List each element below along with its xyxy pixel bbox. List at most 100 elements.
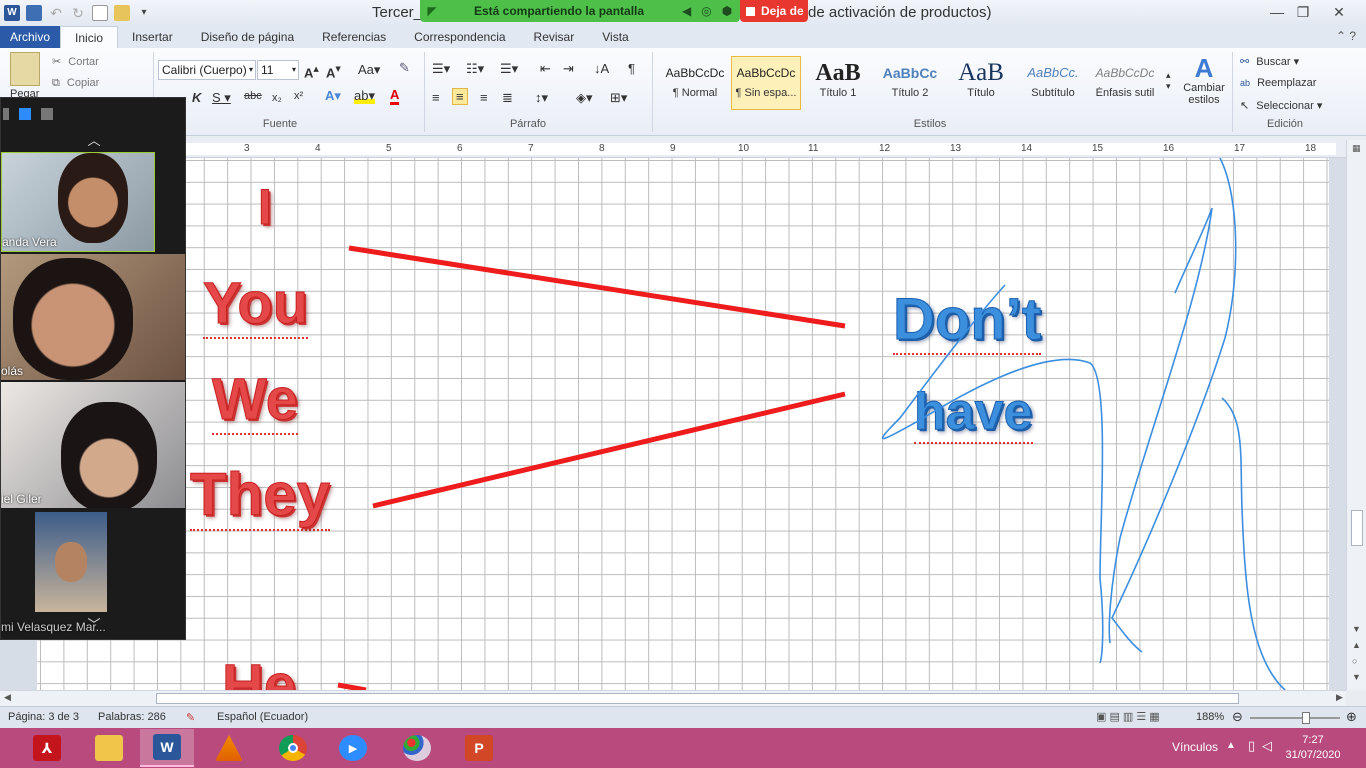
help-icon[interactable]: ⌃ ?	[1336, 29, 1356, 43]
italic-icon[interactable]: K	[192, 90, 201, 105]
restore-icon[interactable]: ❐	[1290, 2, 1316, 22]
acrobat-icon[interactable]: ⅄	[20, 729, 74, 767]
style-normal[interactable]: AaBbCcDc ¶ Normal	[660, 56, 730, 110]
strikethrough-icon[interactable]: abc	[244, 90, 262, 102]
proofing-icon[interactable]: ✎	[186, 711, 195, 724]
clear-format-icon[interactable]: ✎	[399, 60, 410, 76]
font-name-combo[interactable]: Calibri (Cuerpo) ▾	[158, 60, 256, 80]
volume-icon[interactable]: ◁	[1262, 738, 1272, 754]
word-count[interactable]: Palabras: 286	[98, 711, 166, 723]
change-case-icon[interactable]: Aa▾	[358, 62, 380, 78]
vertical-scrollbar[interactable]: ▦ ▼ ▲ ○ ▼	[1346, 140, 1366, 690]
tab-revisar[interactable]: Revisar	[520, 26, 589, 48]
tray-links-label[interactable]: Vínculos	[1172, 740, 1218, 754]
style-heading-1[interactable]: AaB Título 1	[803, 56, 873, 110]
minimize-icon[interactable]: —	[1264, 2, 1290, 22]
view-buttons[interactable]: ▣ ▤ ▥ ☰ ▦	[1096, 710, 1160, 723]
text-effects-icon[interactable]: A▾	[325, 88, 341, 104]
file-explorer-icon[interactable]	[82, 729, 136, 767]
scroll-down-icon[interactable]: ▼	[1352, 624, 1361, 634]
subscript-icon[interactable]: x₂	[272, 92, 282, 104]
zoom-level[interactable]: 188%	[1196, 711, 1224, 723]
numbering-icon[interactable]: ☷▾	[466, 61, 484, 77]
tab-insertar[interactable]: Insertar	[118, 26, 187, 48]
tab-archivo[interactable]: Archivo	[0, 26, 61, 48]
tab-diseno-pagina[interactable]: Diseño de página	[187, 26, 308, 48]
font-size-combo[interactable]: 11 ▾	[257, 60, 299, 80]
paint-icon[interactable]	[390, 729, 444, 767]
ruler-toggle-icon[interactable]: ▦	[1352, 143, 1361, 154]
shrink-font-icon[interactable]: A▾	[326, 62, 341, 80]
replace-button[interactable]: ab Reemplazar	[1240, 77, 1316, 89]
borders-icon[interactable]: ⊞▾	[610, 90, 627, 106]
zoom-icon[interactable]: ▶	[326, 729, 380, 767]
style-heading-2[interactable]: AaBbCc Título 2	[875, 56, 945, 110]
word-icon[interactable]: W	[140, 729, 194, 767]
shield-icon[interactable]: ⬢	[722, 4, 732, 18]
style-subtitle[interactable]: AaBbCc. Subtítulo	[1018, 56, 1088, 110]
close-icon[interactable]: ✕	[1326, 2, 1352, 22]
tray-expand-icon[interactable]: ▲	[1226, 740, 1236, 751]
horizontal-scrollbar[interactable]: ◀ ▶	[0, 690, 1346, 706]
find-button[interactable]: ⚯ Buscar ▾	[1240, 55, 1299, 68]
justify-icon[interactable]: ≣	[502, 90, 513, 106]
show-formatting-icon[interactable]: ¶	[628, 61, 635, 76]
zoom-out-icon[interactable]: ⊖	[1232, 709, 1243, 725]
page-count[interactable]: Página: 3 de 3	[8, 711, 79, 723]
undo-icon[interactable]: ↶	[48, 5, 64, 21]
vlc-icon[interactable]	[202, 729, 256, 767]
tab-referencias[interactable]: Referencias	[308, 26, 400, 48]
chevron-up-icon[interactable]: ︿	[1, 130, 187, 152]
next-page-icon[interactable]: ▼	[1352, 672, 1361, 682]
zoom-in-icon[interactable]: ⊕	[1346, 709, 1357, 725]
superscript-icon[interactable]: x²	[294, 90, 303, 102]
scroll-left-icon[interactable]: ◀	[4, 692, 11, 703]
copy-button[interactable]: ⧉ Copiar	[52, 77, 99, 90]
document-area[interactable]: I You We They He Don’t have	[0, 158, 1346, 690]
participant-tile[interactable]: olás	[1, 254, 185, 380]
speaker-view-icon[interactable]	[3, 108, 9, 120]
vertical-scroll-thumb[interactable]	[1351, 510, 1363, 546]
sort-icon[interactable]: ↓A	[594, 61, 609, 76]
participant-tile[interactable]: anda Vera	[1, 152, 155, 252]
tab-vista[interactable]: Vista	[588, 26, 642, 48]
decrease-indent-icon[interactable]: ⇤	[540, 61, 551, 77]
battery-icon[interactable]: ▯	[1248, 738, 1255, 754]
horizontal-scroll-thumb[interactable]	[156, 693, 1239, 704]
language-status[interactable]: Español (Ecuador)	[217, 711, 308, 723]
system-clock[interactable]: 7:27 31/07/2020	[1282, 733, 1344, 763]
settings-circle-icon[interactable]: ◎	[701, 4, 711, 18]
tab-correspondencia[interactable]: Correspondencia	[400, 26, 519, 48]
tab-inicio[interactable]: Inicio	[60, 26, 119, 48]
chrome-icon[interactable]	[266, 729, 320, 767]
increase-indent-icon[interactable]: ⇥	[563, 61, 574, 77]
chevron-down-icon[interactable]: ﹀	[1, 614, 187, 636]
align-left-icon[interactable]: ≡	[432, 90, 440, 105]
style-no-spacing[interactable]: AaBbCcDc ¶ Sin espa...	[731, 56, 801, 110]
new-document-icon[interactable]	[92, 5, 108, 21]
zoom-slider-knob[interactable]	[1302, 712, 1310, 724]
stop-share-button[interactable]: Deja de	[740, 0, 808, 22]
shading-icon[interactable]: ◈▾	[576, 90, 593, 106]
participant-tile[interactable]: iel Giler	[1, 382, 185, 508]
grow-font-icon[interactable]: A▴	[304, 62, 319, 80]
style-title[interactable]: AaB Título	[946, 56, 1016, 110]
style-subtle-emphasis[interactable]: AaBbCcDc Énfasis sutil	[1090, 56, 1160, 110]
zoom-slider[interactable]	[1250, 712, 1340, 724]
select-button[interactable]: ↖ Seleccionar ▾	[1240, 99, 1322, 112]
font-color-icon[interactable]: A	[390, 88, 400, 105]
align-right-icon[interactable]: ≡	[480, 90, 488, 105]
change-styles-button[interactable]: A Cambiar estilos	[1180, 54, 1228, 106]
underline-icon[interactable]: S ▾	[212, 90, 231, 106]
grid-view-icon[interactable]	[41, 108, 53, 120]
paste-icon[interactable]	[10, 52, 40, 86]
bullets-icon[interactable]: ☰▾	[432, 61, 450, 77]
browse-object-icon[interactable]: ○	[1352, 656, 1357, 666]
open-folder-icon[interactable]	[114, 5, 130, 21]
align-center-icon[interactable]: ≡	[452, 88, 468, 105]
speaker-icon[interactable]: ◀	[682, 4, 691, 18]
save-icon[interactable]	[26, 5, 42, 21]
customize-toolbar-icon[interactable]: ▾	[136, 5, 152, 21]
powerpoint-icon[interactable]: P	[452, 729, 506, 767]
line-spacing-icon[interactable]: ↕▾	[535, 90, 548, 106]
